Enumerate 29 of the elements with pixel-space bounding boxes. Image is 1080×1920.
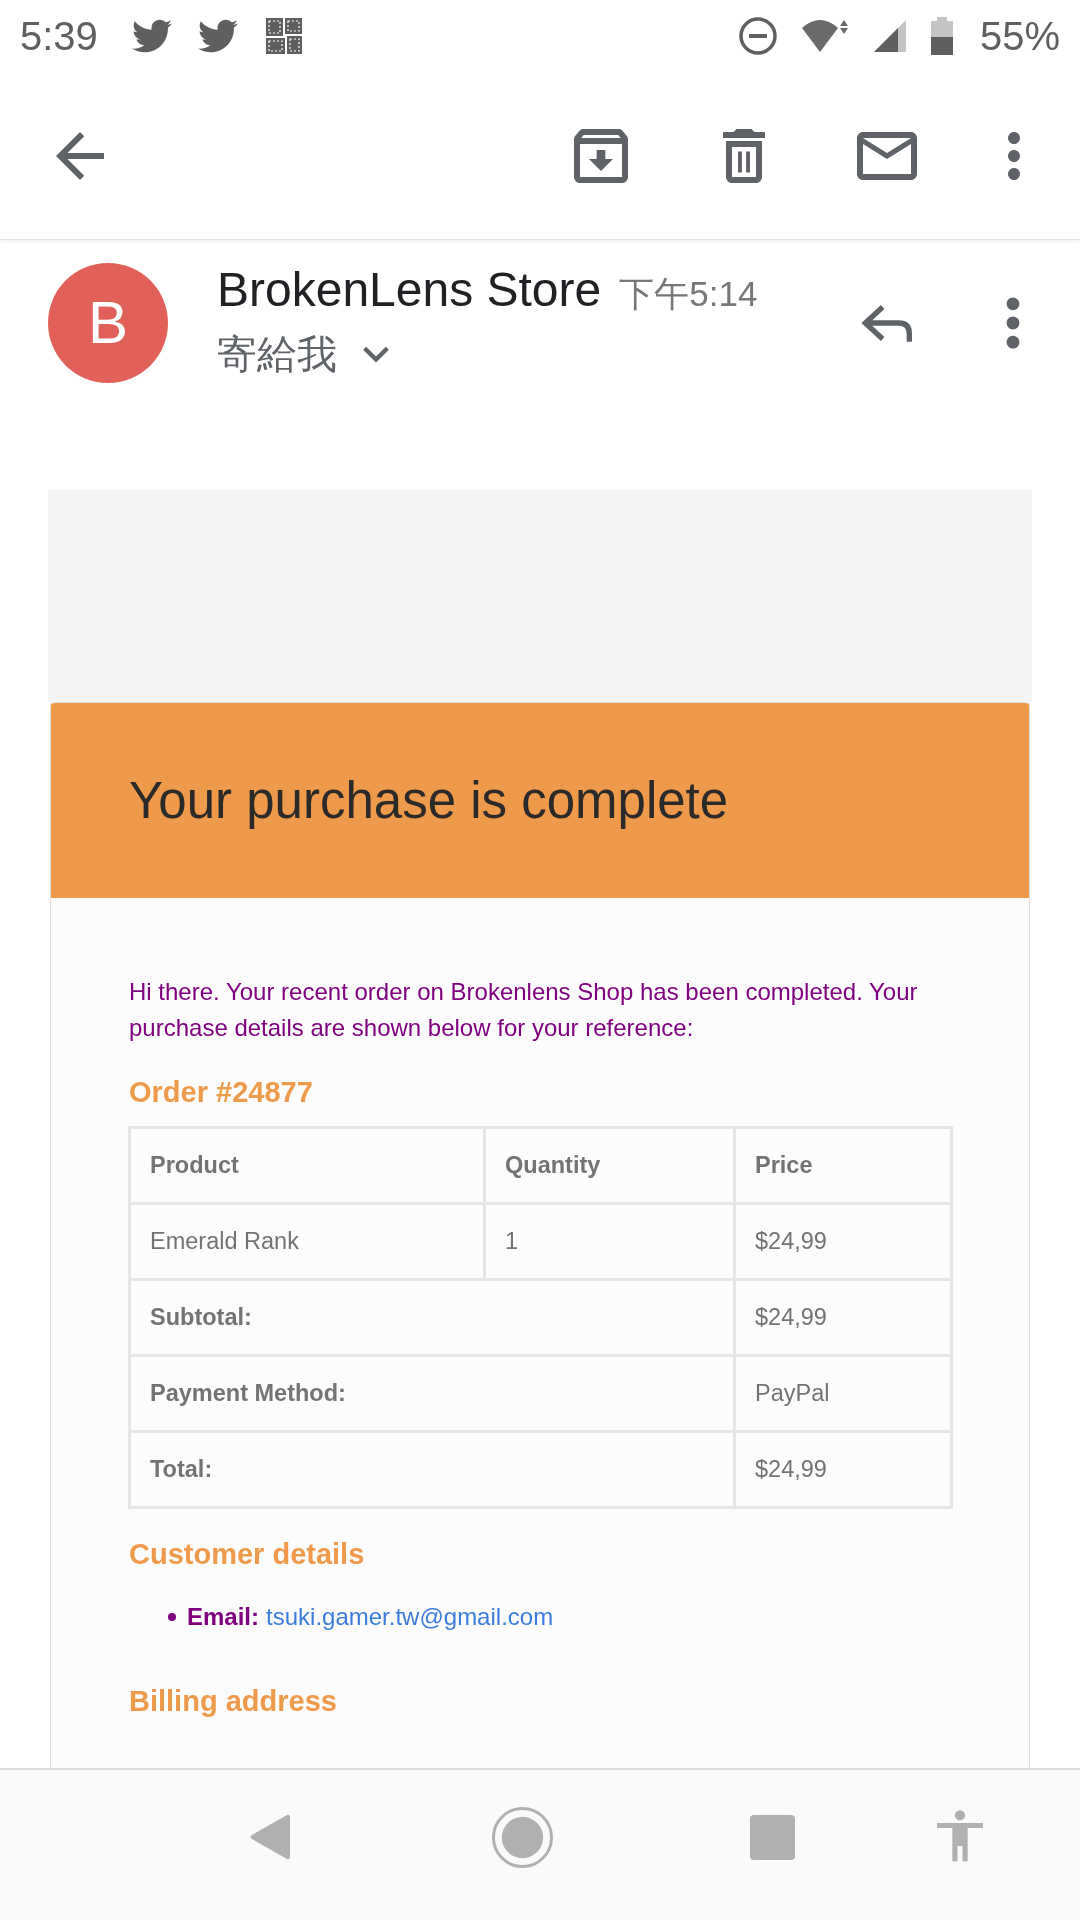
column-header: Quantity	[484, 1127, 735, 1204]
battery-percent: 55%	[979, 14, 1060, 58]
sent-time: 下午5:14	[619, 273, 758, 315]
recipient-label[interactable]: 寄給我	[217, 330, 337, 378]
detail-label: Email:	[187, 1602, 260, 1632]
column-header: Price	[734, 1127, 952, 1204]
summary-label: Subtotal:	[129, 1279, 735, 1356]
bullet-icon	[168, 1613, 176, 1621]
table-cell: Emerald Rank	[129, 1203, 485, 1280]
order-heading: Order #24877	[129, 1075, 314, 1110]
battery-icon	[929, 16, 954, 56]
sender-avatar: B	[48, 263, 168, 383]
banner-title: Your purchase is complete	[129, 770, 729, 831]
customer-heading: Customer details	[129, 1537, 366, 1572]
intro-text: Hi there. Your recent order on Brokenlens Shop has been completed. Your purchase details are shown below for your reference:	[129, 977, 919, 1043]
table-cell: $24,99	[734, 1431, 952, 1508]
table-cell: $24,99	[734, 1203, 952, 1280]
table-cell: $24,99	[734, 1279, 952, 1356]
status-time: 5:39	[20, 14, 98, 58]
do-not-disturb-icon	[737, 16, 778, 56]
email-link[interactable]: tsuki.gamer.tw@gmail.com	[266, 1599, 554, 1635]
summary-label: Payment Method:	[129, 1355, 735, 1432]
patchwork-icon	[263, 16, 304, 56]
column-header: Product	[129, 1127, 485, 1204]
table-cell: 1	[484, 1203, 735, 1280]
sender-name: BrokenLens Store	[217, 263, 602, 317]
summary-label: Total:	[129, 1431, 735, 1508]
table-cell: PayPal	[734, 1355, 952, 1432]
billing-heading: Billing address	[129, 1684, 338, 1719]
